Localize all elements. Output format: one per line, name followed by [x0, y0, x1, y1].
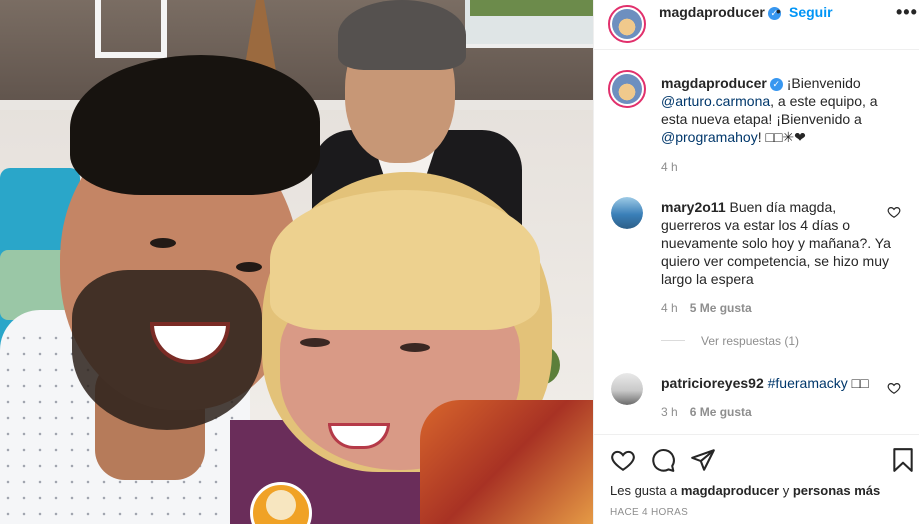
likes-more[interactable]: personas más	[793, 483, 880, 498]
likes-suffix: y	[779, 483, 793, 498]
share-icon[interactable]	[690, 447, 716, 473]
view-replies-label[interactable]: Ver respuestas (1)	[701, 334, 799, 348]
hashtag-link[interactable]: #fueramacky	[768, 375, 848, 391]
caption-time[interactable]: 4 h	[661, 158, 906, 176]
commenter-avatar[interactable]	[611, 373, 643, 405]
likes-prefix: Les gusta a	[610, 483, 681, 498]
woman-eye-right	[400, 343, 430, 352]
comment-item: patricioreyes92 #fueramacky □□	[661, 374, 891, 392]
comment-icon[interactable]	[650, 447, 676, 473]
post-side-panel: magdaproducer ✓ • Seguir ••• magdaproduce…	[593, 0, 919, 524]
separator-dot: •	[776, 3, 781, 19]
like-comment-heart-icon[interactable]	[887, 205, 901, 219]
man-eye-left	[150, 238, 176, 248]
comment-time[interactable]: 4 h	[661, 301, 678, 315]
caption-emoji: □□✳❤	[765, 129, 806, 145]
woman-scarf	[420, 400, 593, 524]
author-username[interactable]: magdaproducer	[659, 4, 765, 20]
comment-meta: 4 h 5 Me gusta	[661, 301, 764, 315]
more-options-icon[interactable]: •••	[896, 2, 918, 23]
background-man-hair	[338, 0, 466, 70]
man-eye-right	[236, 262, 262, 272]
post-caption: magdaproducer ✓ ¡Bienvenido @arturo.carmo…	[661, 74, 906, 176]
photo-plant	[470, 0, 593, 16]
comment-username[interactable]: mary2o11	[661, 199, 726, 215]
woman-bangs	[270, 190, 540, 330]
mention-link[interactable]: @programahoy	[661, 129, 758, 145]
comment-emoji: □□	[847, 375, 869, 391]
post-actions: Les gusta a magdaproducer y personas más…	[594, 434, 919, 524]
author-avatar[interactable]	[608, 5, 646, 43]
comment-item: mary2o11 Buen día magda, guerreros va es…	[661, 198, 891, 288]
heart-icon[interactable]	[610, 447, 636, 473]
man-hair	[70, 55, 320, 195]
commenter-avatar[interactable]	[611, 197, 643, 229]
caption-avatar[interactable]	[608, 70, 646, 108]
woman-eye-left	[300, 338, 330, 347]
like-comment-heart-icon[interactable]	[887, 381, 901, 395]
view-replies-button[interactable]: Ver respuestas (1)	[661, 334, 799, 348]
comment-likes[interactable]: 6 Me gusta	[690, 405, 752, 419]
likes-user[interactable]: magdaproducer	[681, 483, 779, 498]
likes-summary: Les gusta a magdaproducer y personas más	[610, 483, 880, 498]
follow-button[interactable]: Seguir	[789, 4, 833, 20]
comment-likes[interactable]: 5 Me gusta	[690, 301, 752, 315]
verified-badge-icon: ✓	[769, 78, 783, 91]
replies-divider	[661, 340, 685, 341]
mention-link[interactable]: @arturo.carmona	[661, 93, 770, 109]
post-header: magdaproducer ✓ • Seguir •••	[594, 0, 919, 50]
post-photo[interactable]	[0, 0, 593, 524]
caption-text: ¡Bienvenido	[786, 75, 861, 91]
caption-username[interactable]: magdaproducer	[661, 75, 767, 91]
comment-meta: 3 h 6 Me gusta	[661, 405, 764, 419]
photo-stool	[95, 0, 167, 58]
comment-username[interactable]: patricioreyes92	[661, 375, 764, 391]
comment-time[interactable]: 3 h	[661, 405, 678, 419]
bookmark-icon[interactable]	[890, 447, 916, 473]
post-time[interactable]: HACE 4 HORAS	[610, 507, 688, 518]
photo-sticker-face	[266, 490, 296, 520]
